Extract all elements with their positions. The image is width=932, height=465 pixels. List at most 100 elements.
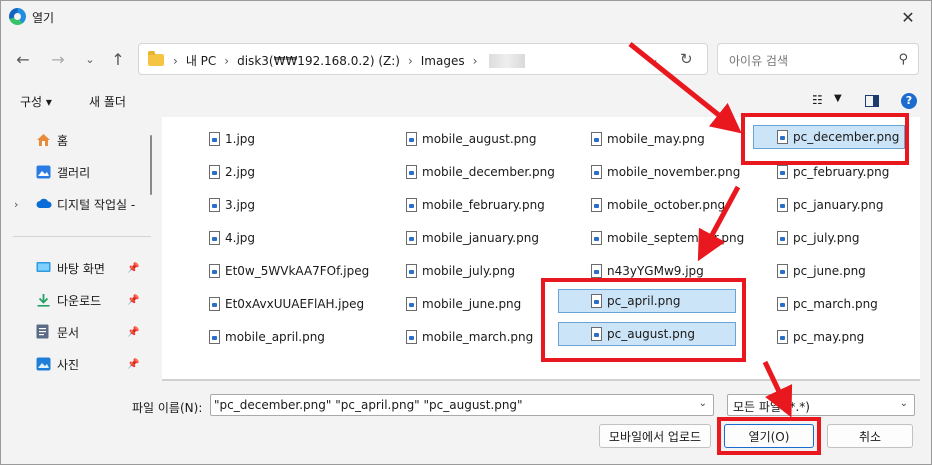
refresh-button[interactable]: ↻ bbox=[680, 50, 693, 68]
file-item[interactable]: mobile_december.png bbox=[405, 160, 556, 184]
pin-icon[interactable]: 📌 bbox=[127, 327, 139, 338]
search-placeholder: 아이유 검색 bbox=[729, 54, 789, 68]
image-file-icon bbox=[777, 330, 788, 344]
image-file-icon bbox=[406, 132, 417, 146]
image-file-icon bbox=[406, 165, 417, 179]
filename-label: 파일 이름(N): bbox=[132, 401, 203, 415]
cancel-button[interactable]: 취소 bbox=[827, 424, 913, 448]
image-file-icon bbox=[591, 264, 602, 278]
command-bar: 구성 ▾ 새 폴더 ☷ ▼ ? bbox=[1, 87, 931, 115]
image-file-icon bbox=[591, 198, 602, 212]
recent-locations-button[interactable]: ⌄ bbox=[78, 47, 102, 71]
image-file-icon bbox=[209, 198, 220, 212]
file-item[interactable]: mobile_may.png bbox=[590, 127, 706, 151]
sidebar-divider bbox=[13, 236, 151, 237]
help-icon[interactable]: ? bbox=[901, 93, 917, 109]
filename-input[interactable]: "pc_december.png" "pc_april.png" "pc_aug… bbox=[210, 394, 714, 416]
image-file-icon bbox=[777, 165, 788, 179]
sidebar-item-home[interactable]: 홈 bbox=[1, 127, 151, 153]
image-file-icon bbox=[209, 231, 220, 245]
breadcrumb-item-images[interactable]: Images bbox=[421, 54, 465, 68]
up-button[interactable]: ↑ bbox=[106, 47, 130, 71]
view-options-icon[interactable]: ☷ bbox=[812, 93, 823, 107]
chevron-down-icon: ⌄ bbox=[649, 52, 660, 66]
navigation-pane: 홈 갤러리 › 디지털 작업실 - 바탕 화면 📌 다운로드 📌 문서 📌 사진… bbox=[1, 119, 161, 381]
file-item[interactable]: mobile_july.png bbox=[405, 259, 516, 283]
back-button[interactable]: ← bbox=[11, 47, 35, 71]
address-bar[interactable]: › 내 PC › disk3(₩₩192.168.0.2) (Z:) › Ima… bbox=[138, 43, 708, 75]
sidebar-item-desktop[interactable]: 바탕 화면 📌 bbox=[1, 255, 151, 281]
new-folder-button[interactable]: 새 폴더 bbox=[89, 93, 126, 110]
search-box[interactable]: 아이유 검색 ⚲ bbox=[717, 43, 919, 75]
file-item[interactable]: mobile_february.png bbox=[405, 193, 546, 217]
image-file-icon bbox=[406, 231, 417, 245]
image-file-icon bbox=[777, 264, 788, 278]
file-item[interactable]: Et0w_5WVkAA7FOf.jpeg bbox=[208, 259, 370, 283]
breadcrumb-separator-icon: › bbox=[173, 53, 178, 68]
file-item[interactable]: mobile_march.png bbox=[405, 325, 534, 349]
sidebar-item-documents[interactable]: 문서 📌 bbox=[1, 319, 151, 345]
file-item[interactable]: Et0xAvxUUAEFlAH.jpeg bbox=[208, 292, 365, 316]
breadcrumb-item-this-pc[interactable]: 내 PC bbox=[186, 52, 216, 69]
file-item[interactable]: mobile_august.png bbox=[405, 127, 538, 151]
sidebar-item-pictures[interactable]: 사진 📌 bbox=[1, 351, 151, 377]
address-dropdown-button[interactable]: ⌄ bbox=[649, 52, 659, 66]
arrow-up-icon: ↑ bbox=[111, 49, 125, 69]
file-item[interactable]: 1.jpg bbox=[208, 127, 256, 151]
file-item[interactable]: pc_may.png bbox=[776, 325, 865, 349]
image-file-icon bbox=[591, 231, 602, 245]
title-bar: 열기 ✕ bbox=[1, 1, 931, 33]
sidebar-item-onedrive[interactable]: › 디지털 작업실 - bbox=[1, 191, 151, 217]
pin-icon[interactable]: 📌 bbox=[127, 263, 139, 274]
breadcrumb: › 내 PC › disk3(₩₩192.168.0.2) (Z:) › Ima… bbox=[173, 52, 526, 69]
folder-icon bbox=[148, 51, 164, 66]
arrow-left-icon: ← bbox=[16, 49, 30, 69]
file-item[interactable]: pc_january.png bbox=[776, 193, 884, 217]
file-item[interactable]: 4.jpg bbox=[208, 226, 256, 250]
file-item[interactable]: pc_march.png bbox=[776, 292, 879, 316]
breadcrumb-separator-icon: › bbox=[472, 53, 478, 68]
image-file-icon bbox=[777, 231, 788, 245]
annotation-box-pc-april-august bbox=[541, 278, 746, 362]
refresh-icon: ↻ bbox=[680, 50, 693, 68]
file-item[interactable]: 3.jpg bbox=[208, 193, 256, 217]
preview-pane-icon[interactable] bbox=[865, 95, 879, 107]
file-item[interactable]: mobile_november.png bbox=[590, 160, 741, 184]
breadcrumb-item-drive[interactable]: disk3(₩₩192.168.0.2) (Z:) bbox=[237, 54, 400, 68]
horizontal-scrollbar[interactable] bbox=[162, 379, 920, 381]
document-icon bbox=[36, 324, 51, 339]
filename-value: "pc_december.png" "pc_april.png" "pc_aug… bbox=[214, 398, 523, 412]
image-file-icon bbox=[209, 165, 220, 179]
image-file-icon bbox=[406, 264, 417, 278]
forward-button[interactable]: → bbox=[46, 47, 70, 71]
chevron-down-icon: ⌄ bbox=[85, 52, 95, 66]
navigation-bar: ← → ⌄ ↑ › 내 PC › disk3(₩₩192.168.0.2) (Z… bbox=[1, 39, 931, 79]
file-item[interactable]: mobile_october.png bbox=[590, 193, 726, 217]
chevron-right-icon[interactable]: › bbox=[14, 198, 18, 211]
close-icon: ✕ bbox=[901, 7, 915, 27]
upload-from-mobile-button[interactable]: 모바일에서 업로드 bbox=[599, 424, 711, 448]
chevron-down-icon[interactable]: ⌄ bbox=[699, 398, 707, 409]
file-item[interactable]: mobile_january.png bbox=[405, 226, 540, 250]
filetype-value: 모든 파일 (*.*) bbox=[733, 400, 810, 414]
file-item[interactable]: pc_july.png bbox=[776, 226, 861, 250]
window-title: 열기 bbox=[32, 11, 55, 25]
close-button[interactable]: ✕ bbox=[885, 1, 931, 33]
organize-button[interactable]: 구성 ▾ bbox=[20, 93, 52, 110]
pin-icon[interactable]: 📌 bbox=[127, 295, 139, 306]
image-file-icon bbox=[406, 198, 417, 212]
file-item[interactable]: 2.jpg bbox=[208, 160, 256, 184]
filetype-select[interactable]: 모든 파일 (*.*) ⌄ bbox=[727, 394, 915, 416]
file-item[interactable]: mobile_september.png bbox=[590, 226, 745, 250]
view-dropdown-button[interactable]: ▼ bbox=[834, 93, 842, 104]
sidebar-item-gallery[interactable]: 갤러리 bbox=[1, 159, 151, 185]
home-icon bbox=[36, 133, 51, 147]
arrow-right-icon: → bbox=[51, 49, 65, 69]
sidebar-item-downloads[interactable]: 다운로드 📌 bbox=[1, 287, 151, 313]
image-file-icon bbox=[777, 297, 788, 311]
breadcrumb-item-redacted[interactable] bbox=[489, 53, 526, 68]
file-item[interactable]: mobile_june.png bbox=[405, 292, 522, 316]
file-item[interactable]: mobile_april.png bbox=[208, 325, 326, 349]
file-item[interactable]: pc_june.png bbox=[776, 259, 867, 283]
pin-icon[interactable]: 📌 bbox=[127, 359, 139, 370]
